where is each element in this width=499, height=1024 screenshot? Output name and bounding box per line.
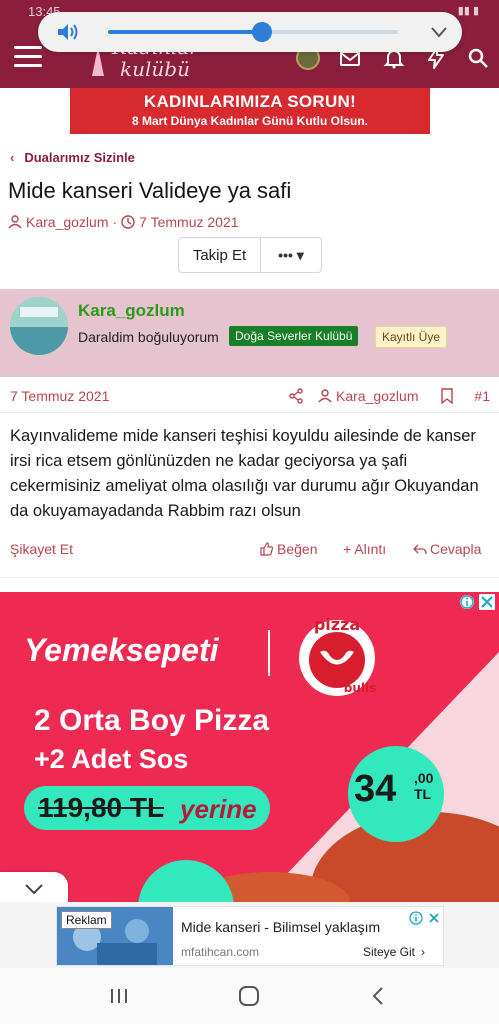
role-badge: Kayıtlı Üye	[375, 326, 448, 348]
volume-icon[interactable]	[56, 22, 80, 42]
like-button[interactable]: Beğen	[260, 541, 317, 557]
like-label: Beğen	[277, 541, 318, 557]
post-actions: Şikayet Et Beğen + Alıntı Cevapla	[10, 541, 490, 561]
banner-subline: 8 Mart Dünya Kadınlar Günü Kutlu Olsun.	[131, 114, 368, 128]
menu-icon[interactable]	[14, 46, 42, 68]
breadcrumb-label: Dualarımız Sizinle	[24, 150, 135, 165]
reply-button[interactable]: Cevapla	[413, 541, 481, 557]
volume-slider-fill	[108, 30, 262, 34]
share-icon[interactable]	[288, 388, 304, 404]
thread-title: Mide kanseri Valideye ya safi	[8, 178, 292, 203]
ad-new-price-value: 34	[354, 768, 397, 810]
ad-tag: Reklam	[61, 911, 112, 929]
thread-actions: Takip Et ••• ▾	[178, 237, 322, 273]
report-button[interactable]: Şikayet Et	[10, 541, 73, 557]
system-nav-bar	[0, 968, 499, 1024]
clock-icon	[121, 215, 135, 229]
post-date[interactable]: 7 Temmuz 2021	[10, 388, 109, 404]
logo-line2: kulübü	[120, 57, 190, 81]
ad-new-price-cents: ,00	[414, 770, 434, 786]
breadcrumb[interactable]: ‹ Dualarımız Sizinle	[10, 150, 135, 165]
ad-offer-line1: 2 Orta Boy Pizza	[34, 704, 270, 737]
volume-slider[interactable]	[108, 22, 398, 42]
more-options-button[interactable]: ••• ▾	[261, 238, 321, 272]
ad-site: mfatihcan.com	[181, 945, 260, 959]
promo-banner[interactable]: KADINLARIMIZA SORUN! 8 Mart Dünya Kadınl…	[70, 88, 430, 134]
visit-site-label: Siteye Git	[363, 945, 416, 959]
post-body: Kayınvalideme mide kanseri teşhisi koyul…	[10, 427, 479, 520]
quote-label: + Alıntı	[343, 541, 387, 557]
post-number[interactable]: #1	[474, 388, 490, 404]
pizza-bulls-logo: pizza bulls	[299, 615, 377, 696]
info-icon[interactable]	[409, 911, 423, 925]
divider	[0, 412, 499, 413]
advertisement[interactable]: Yemeksepeti pizza bulls 2 Orta Boy Pizza…	[0, 592, 499, 902]
post-username[interactable]: Kara_gozlum	[78, 301, 185, 321]
info-icon[interactable]	[459, 594, 475, 610]
follow-button[interactable]: Takip Et	[179, 238, 261, 272]
ad-old-price-pill: 119,80 TL yerine	[24, 786, 270, 830]
banner-headline: KADINLARIMIZA SORUN!	[143, 92, 357, 111]
reply-label: Cevapla	[430, 541, 482, 557]
visit-site-button[interactable]: Siteye Git ›	[363, 945, 425, 959]
collapse-ad-button[interactable]	[0, 872, 68, 906]
ad-brand: Yemeksepeti	[24, 632, 219, 668]
ad-new-price: 34 ,00 TL	[348, 746, 444, 842]
post-user-header: Kara_gozlum Daraldim boğuluyorum Doğa Se…	[0, 289, 499, 377]
ad-instead: yerine	[180, 794, 257, 824]
volume-slider-thumb[interactable]	[251, 22, 272, 42]
user-icon	[8, 215, 22, 229]
thread-meta: Kara_gozlum · 7 Temmuz 2021	[8, 214, 239, 230]
chevron-down-icon[interactable]	[430, 24, 448, 40]
home-icon[interactable]	[237, 984, 261, 1008]
thread-author[interactable]: Kara_gozlum	[26, 214, 109, 230]
reply-icon	[413, 544, 427, 555]
search-icon[interactable]	[466, 46, 490, 70]
volume-panel	[38, 12, 462, 52]
ad-title: Mide kanseri - Bilimsel yaklaşım	[181, 919, 381, 935]
user-icon	[318, 389, 332, 403]
post-meta: 7 Temmuz 2021 Kara_gozlum #1	[10, 388, 490, 406]
divider	[0, 577, 499, 578]
more-options-label: •••	[278, 247, 293, 263]
status-icons: ▮▮ ▮	[457, 5, 479, 17]
thread-date[interactable]: 7 Temmuz 2021	[139, 214, 238, 230]
caret-down-icon: ▾	[296, 246, 304, 263]
ad-thumbnail: Reklam	[57, 907, 173, 965]
ad-separator	[268, 630, 270, 676]
back-icon[interactable]	[367, 984, 391, 1008]
ad-partner-line2: bulls	[344, 681, 377, 695]
close-icon[interactable]	[479, 594, 495, 610]
close-icon[interactable]	[427, 911, 441, 925]
post-author: Kara_gozlum	[336, 388, 419, 404]
post-user-title: Daraldim boğuluyorum	[78, 329, 219, 345]
quote-button[interactable]: + Alıntı	[343, 541, 386, 557]
bookmark-icon[interactable]	[440, 388, 454, 404]
ad-currency: TL	[414, 786, 432, 802]
group-badge: Doğa Severler Kulübü	[229, 326, 359, 346]
post-avatar[interactable]	[10, 297, 68, 355]
ad-partner-line1: pizza	[314, 615, 360, 634]
recents-icon[interactable]	[107, 984, 131, 1008]
avatar-image	[10, 297, 68, 355]
ad-offer-line2: +2 Adet Sos	[34, 744, 189, 774]
chevron-right-icon: ›	[421, 945, 426, 959]
sticky-ad[interactable]: Reklam Mide kanseri - Bilimsel yaklaşım …	[56, 906, 444, 966]
chevron-down-icon	[25, 884, 43, 895]
ad-old-price: 119,80 TL	[38, 792, 165, 823]
post-author-link[interactable]: Kara_gozlum	[318, 388, 419, 404]
thumbs-up-icon	[260, 542, 274, 556]
chevron-left-icon: ‹	[10, 150, 15, 165]
sticky-ad-bar: Reklam Mide kanseri - Bilimsel yaklaşım …	[0, 902, 499, 968]
